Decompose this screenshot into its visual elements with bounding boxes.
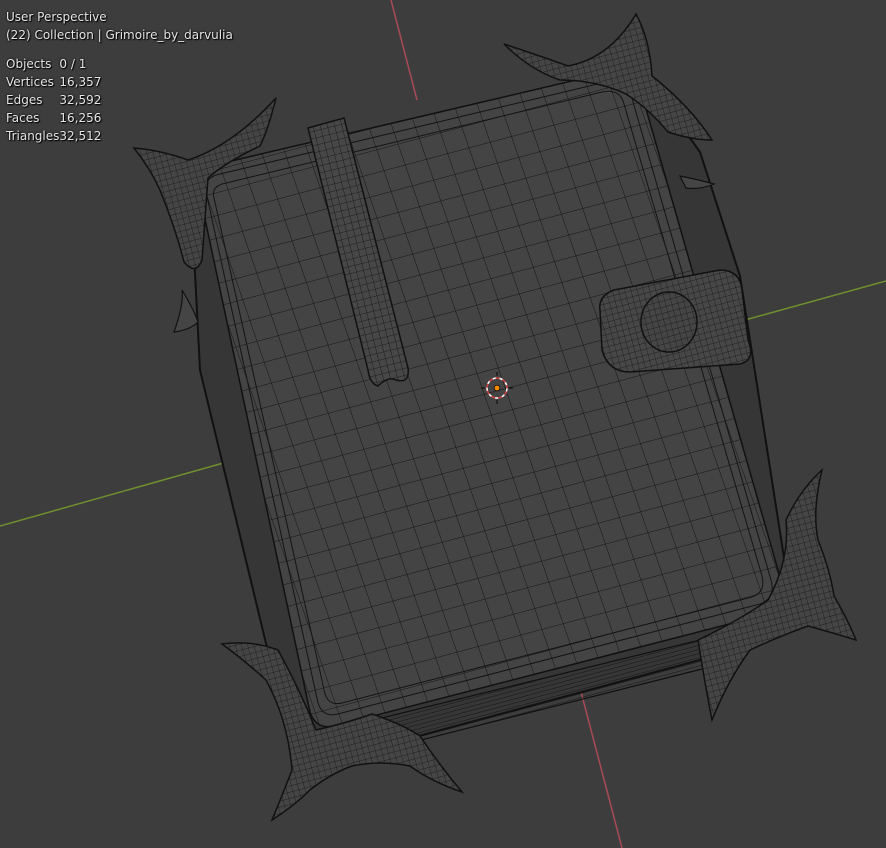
x-axis-line-bottom [579, 687, 623, 848]
x-axis-line [390, 0, 418, 101]
3d-viewport[interactable]: User Perspective (22) Collection | Grimo… [0, 0, 886, 848]
grimoire-mesh[interactable] [132, 12, 858, 822]
origin-dot [493, 384, 501, 392]
clasp-button-grid [641, 292, 697, 352]
y-axis-line [0, 459, 235, 527]
y-axis-line-right [744, 280, 886, 321]
scene-canvas[interactable] [0, 0, 886, 848]
